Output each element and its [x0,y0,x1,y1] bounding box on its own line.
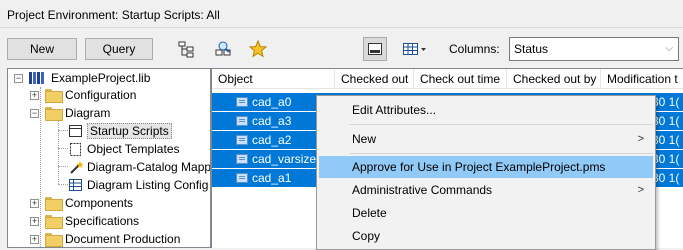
title-separator [0,27,683,28]
tree-guide-line [58,148,68,149]
view-mode-dropdown[interactable] [400,37,430,61]
new-button[interactable]: New [7,38,77,60]
menu-item-new[interactable]: New > [319,128,653,150]
search-structure-button[interactable] [211,37,235,61]
object-name: cad_varsize [252,152,317,166]
menu-item-label: Edit Attributes... [352,103,437,117]
expand-icon[interactable]: + [30,198,39,208]
folder-icon [45,215,63,229]
template-icon [70,143,81,156]
tree-item-label: Startup Scripts [87,123,172,139]
hierarchy-tool-button[interactable] [174,37,198,61]
expand-icon[interactable]: + [30,90,39,100]
modification-time: 30 1( [652,152,680,166]
star-icon [249,40,267,58]
columns-select-value: Status [514,42,549,56]
modification-time: 30 1( [652,95,680,109]
modification-time: 30 1( [652,114,680,128]
column-header-object[interactable]: Object [212,69,335,89]
expand-icon[interactable]: + [30,216,39,226]
script-icon [236,116,248,126]
tree-guide-line [58,130,68,131]
object-name: cad_a3 [252,114,292,128]
object-name: cad_a1 [252,171,292,185]
table-icon [69,179,82,191]
tree-item-document-production[interactable]: + Document Production [30,230,181,247]
menu-item-copy[interactable]: Copy [319,225,653,247]
table-view-icon [403,43,426,55]
script-icon [236,97,248,107]
menu-item-approve[interactable]: Approve for Use in Project ExampleProjec… [319,156,653,178]
menu-item-label: Delete [352,206,387,220]
column-header-checked-out[interactable]: Checked out [335,69,414,89]
script-icon [236,135,248,145]
chevron-down-icon: ⌵ [665,43,673,54]
context-menu: Edit Attributes... New > Approve for Use… [316,95,656,250]
folder-open-icon [45,107,63,121]
menu-item-administrative-commands[interactable]: Administrative Commands > [319,179,653,201]
tree-item-diagram-listing[interactable]: Diagram Listing Config [68,176,208,194]
expand-icon[interactable]: + [30,234,39,244]
menu-item-label: Administrative Commands [352,183,493,197]
modification-time: 30 1( [652,171,680,185]
columns-select[interactable]: Status ⌵ [509,37,679,61]
menu-item-label: Copy [352,229,381,243]
submenu-arrow-icon: > [637,133,644,145]
tree-item-label: Components [65,196,134,210]
column-header-modification-time[interactable]: Modification t [601,69,683,89]
menu-item-label: New [352,132,377,146]
tree-item-label: Diagram Listing Config [87,178,209,192]
preview-pane-toggle[interactable] [363,37,387,61]
script-icon [236,154,248,164]
menu-item-label: Approve for Use in Project ExampleProjec… [352,160,606,174]
tree-item-specifications[interactable]: + Specifications [30,212,139,230]
script-icon [236,173,248,183]
folder-icon [45,233,63,247]
window-icon [69,125,82,137]
folder-icon [45,89,63,103]
tree-root-label: ExampleProject.lib [51,71,151,85]
tree-item-label: Diagram-Catalog Mapp [87,160,211,174]
menu-separator [349,124,653,125]
tree-item-configuration[interactable]: + Configuration [30,86,136,104]
modification-time: 30 1( [652,133,680,147]
tree-item-label: Document Production [65,232,181,246]
folder-icon [45,197,63,211]
menu-separator [349,153,653,154]
collapse-icon[interactable]: − [30,108,39,118]
tree-guide-line [58,166,68,167]
tree-item-diagram-catalog[interactable]: Diagram-Catalog Mapp [68,158,211,176]
layout-pane-icon [368,43,382,55]
tree-item-label: Configuration [65,88,137,102]
submenu-arrow-icon: > [637,184,644,196]
tree-guide-line [58,184,68,185]
tree-item-startup-scripts[interactable]: Startup Scripts [68,122,172,140]
wand-icon [70,161,84,174]
tree-item-object-templates[interactable]: Object Templates [68,140,180,158]
favorite-button[interactable] [246,37,270,61]
project-tree[interactable]: − ExampleProject.lib + Configuration − D… [7,68,211,248]
library-icon [29,72,44,84]
tree-item-label: Diagram [65,106,111,120]
search-structure-icon [215,41,231,56]
hierarchy-icon [178,41,194,58]
column-header-check-out-time[interactable]: Check out time [414,69,507,89]
object-name: cad_a0 [252,95,292,109]
columns-label: Columns: [449,42,500,56]
menu-item-edit-attributes[interactable]: Edit Attributes... [319,99,653,121]
tree-item-label: Object Templates [87,142,180,156]
tree-item-diagram[interactable]: − Diagram [30,104,110,122]
tree-item-label: Specifications [65,214,140,228]
query-button[interactable]: Query [85,38,153,60]
object-name: cad_a2 [252,133,292,147]
tree-item-components[interactable]: + Components [30,194,133,212]
column-header-checked-out-by[interactable]: Checked out by [507,69,601,89]
window-title: Project Environment: Startup Scripts: Al… [7,8,220,22]
menu-item-delete[interactable]: Delete [319,202,653,224]
collapse-icon[interactable]: − [14,74,23,83]
